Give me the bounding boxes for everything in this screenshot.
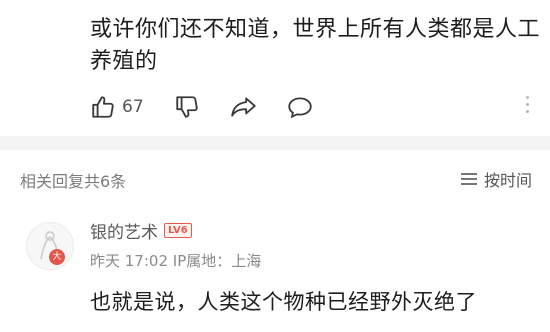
avatar-badge: 大: [49, 249, 65, 265]
reply-count-label: 相关回复共6条: [20, 172, 127, 191]
dislike-button[interactable]: [174, 94, 200, 120]
like-count: 67: [122, 97, 144, 117]
more-dot-icon: [525, 96, 529, 99]
thumbs-up-icon: [92, 96, 114, 118]
replies-header: 相关回复共6条 按时间: [0, 150, 550, 206]
more-dot-icon: [525, 103, 529, 106]
thumbs-down-icon: [176, 96, 198, 118]
more-options-button[interactable]: [524, 94, 530, 115]
sort-label: 按时间: [483, 171, 532, 190]
level-badge: LV6: [164, 223, 192, 238]
more-dot-icon: [525, 110, 529, 113]
comment-button[interactable]: [286, 94, 314, 120]
sort-by-time-button[interactable]: 按时间: [460, 167, 532, 191]
sort-lines-icon: [460, 173, 477, 185]
share-button[interactable]: [230, 94, 258, 120]
reply-username[interactable]: 银的艺术: [90, 218, 158, 243]
post-text: 或许你们还不知道，世界上所有人类都是人工养殖的: [90, 17, 541, 74]
share-arrow-icon: [231, 97, 256, 117]
avatar[interactable]: [26, 222, 74, 270]
post-action-bar: 67: [90, 94, 530, 124]
reply-meta: 昨天 17:02 IP属地：上海: [90, 252, 262, 270]
like-button[interactable]: 67: [90, 94, 144, 120]
section-divider: [0, 136, 550, 150]
reply-author-row: 银的艺术 LV6: [90, 218, 192, 243]
comment-bubble-icon: [288, 97, 312, 119]
reply-text: 也就是说，人类这个物种已经野外灭绝了: [90, 290, 477, 314]
